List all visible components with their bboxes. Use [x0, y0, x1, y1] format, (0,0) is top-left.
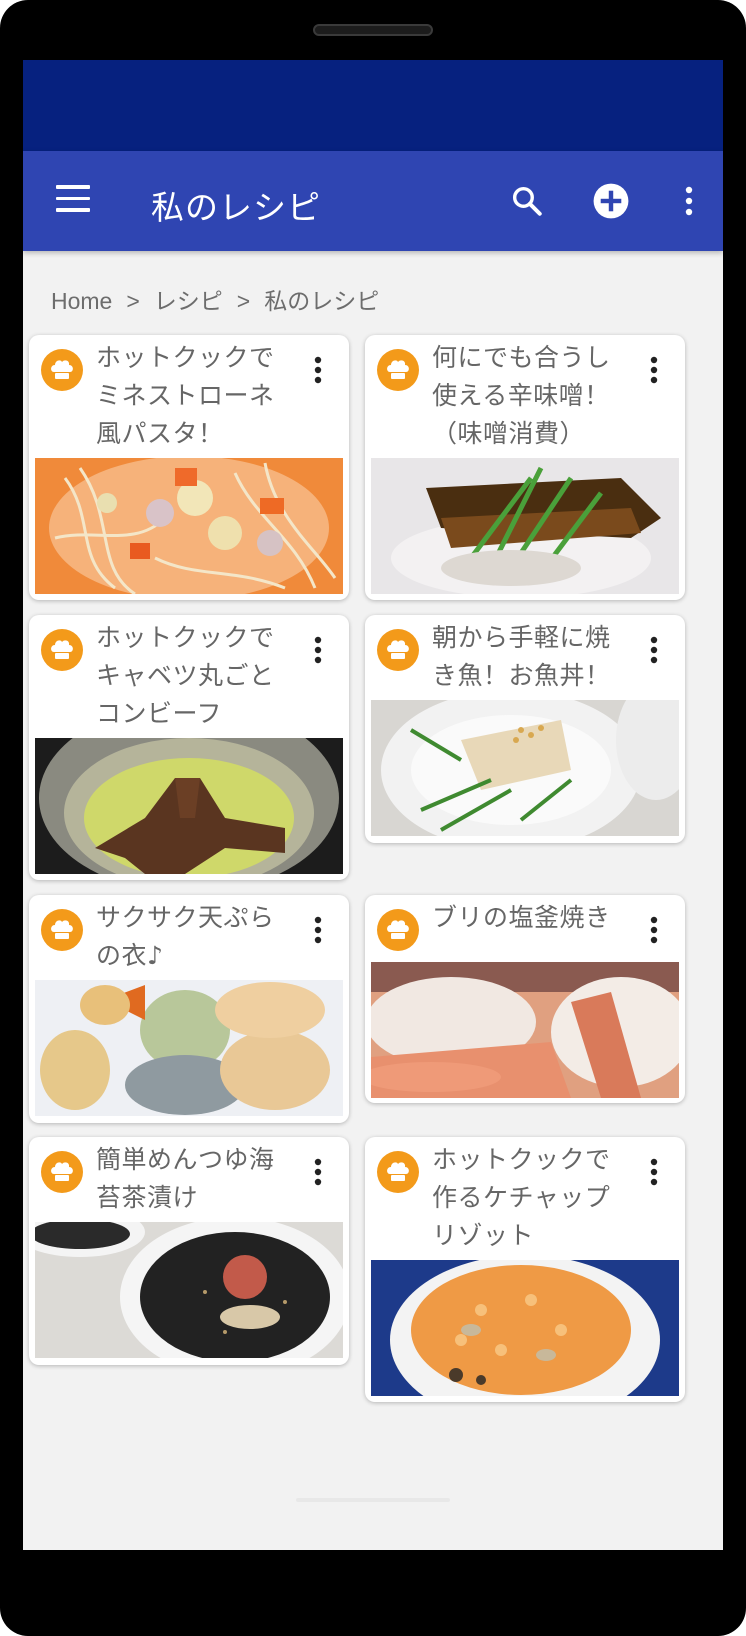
- recipe-photo: [371, 962, 679, 1098]
- recipe-menu-button[interactable]: [635, 909, 673, 951]
- breadcrumb-home[interactable]: Home: [51, 288, 112, 315]
- more-vert-icon: [314, 1158, 322, 1186]
- recipe-card[interactable]: ホットクックでキャベツ丸ごとコンビーフ: [29, 615, 349, 880]
- breadcrumb-separator: >: [126, 288, 140, 314]
- chef-hat-icon: [377, 909, 419, 951]
- phone-speaker: [313, 24, 433, 36]
- chef-hat-icon: [377, 349, 419, 391]
- recipe-photo: [371, 458, 679, 594]
- app-screen: 私のレシピ Home > レシピ > 私のレシピ ホットクックでミネストローネ風…: [23, 60, 723, 1550]
- status-bar: [23, 60, 723, 151]
- chef-hat-icon: [377, 1151, 419, 1193]
- recipe-menu-button[interactable]: [299, 629, 337, 671]
- app-bar: 私のレシピ: [23, 151, 723, 251]
- breadcrumb-separator: >: [236, 288, 251, 314]
- recipe-card[interactable]: ホットクックで作るケチャップリゾット: [365, 1137, 685, 1402]
- more-vert-icon: [314, 916, 322, 944]
- recipe-card[interactable]: ホットクックでミネストローネ風パスタ！: [29, 335, 349, 600]
- recipe-card[interactable]: サクサク天ぷらの衣♪: [29, 895, 349, 1123]
- page-title: 私のレシピ: [151, 188, 321, 227]
- search-button[interactable]: [503, 177, 551, 225]
- chef-hat-icon: [41, 909, 83, 951]
- more-vert-icon: [650, 636, 658, 664]
- recipe-card[interactable]: ブリの塩釜焼き: [365, 895, 685, 1103]
- recipe-photo: [371, 1260, 679, 1396]
- more-vert-icon: [650, 1158, 658, 1186]
- recipe-menu-button[interactable]: [635, 349, 673, 391]
- more-vert-icon: [314, 636, 322, 664]
- recipe-menu-button[interactable]: [299, 1151, 337, 1193]
- recipe-card[interactable]: 何にでも合うし使える辛味噌！（味噌消費）: [365, 335, 685, 600]
- recipe-title: 朝から手軽に焼き魚！お魚丼！: [432, 623, 611, 690]
- recipe-menu-button[interactable]: [299, 909, 337, 951]
- chef-hat-icon: [41, 629, 83, 671]
- recipe-card[interactable]: 簡単めんつゆ海苔茶漬け: [29, 1137, 349, 1365]
- recipe-photo: [35, 1222, 343, 1358]
- recipe-photo: [35, 738, 343, 874]
- recipe-photo: [35, 980, 343, 1116]
- more-vert-icon: [650, 356, 658, 384]
- recipe-title: ホットクックで作るケチャップリゾット: [432, 1145, 611, 1250]
- recipe-photo: [371, 700, 679, 836]
- more-vert-icon: [314, 356, 322, 384]
- add-circle-icon: [593, 183, 629, 219]
- recipe-menu-button[interactable]: [299, 349, 337, 391]
- search-icon: [512, 186, 542, 216]
- chef-hat-icon: [41, 349, 83, 391]
- recipe-title: 簡単めんつゆ海苔茶漬け: [96, 1145, 275, 1212]
- breadcrumb-recipes[interactable]: レシピ: [154, 282, 223, 316]
- breadcrumb: Home > レシピ > 私のレシピ: [51, 282, 379, 316]
- recipe-title: サクサク天ぷらの衣♪: [96, 903, 275, 970]
- overflow-menu-button[interactable]: [665, 177, 713, 225]
- more-vert-icon: [685, 186, 693, 216]
- recipe-title: ホットクックでキャベツ丸ごとコンビーフ: [96, 623, 275, 728]
- recipe-photo: [35, 458, 343, 594]
- recipe-title: 何にでも合うし使える辛味噌！（味噌消費）: [432, 343, 611, 448]
- chef-hat-icon: [377, 629, 419, 671]
- recipe-menu-button[interactable]: [635, 629, 673, 671]
- phone-frame: 私のレシピ Home > レシピ > 私のレシピ ホットクックでミネストローネ風…: [0, 0, 746, 1636]
- recipe-title: ブリの塩釜焼き: [432, 903, 611, 932]
- recipe-menu-button[interactable]: [635, 1151, 673, 1193]
- recipe-card[interactable]: 朝から手軽に焼き魚！お魚丼！: [365, 615, 685, 843]
- menu-icon[interactable]: [56, 185, 92, 215]
- breadcrumb-my-recipes[interactable]: 私のレシピ: [264, 282, 379, 316]
- recipe-title: ホットクックでミネストローネ風パスタ！: [96, 343, 275, 448]
- chef-hat-icon: [41, 1151, 83, 1193]
- more-vert-icon: [650, 916, 658, 944]
- gesture-nav-bar[interactable]: [296, 1498, 450, 1502]
- add-recipe-button[interactable]: [587, 177, 635, 225]
